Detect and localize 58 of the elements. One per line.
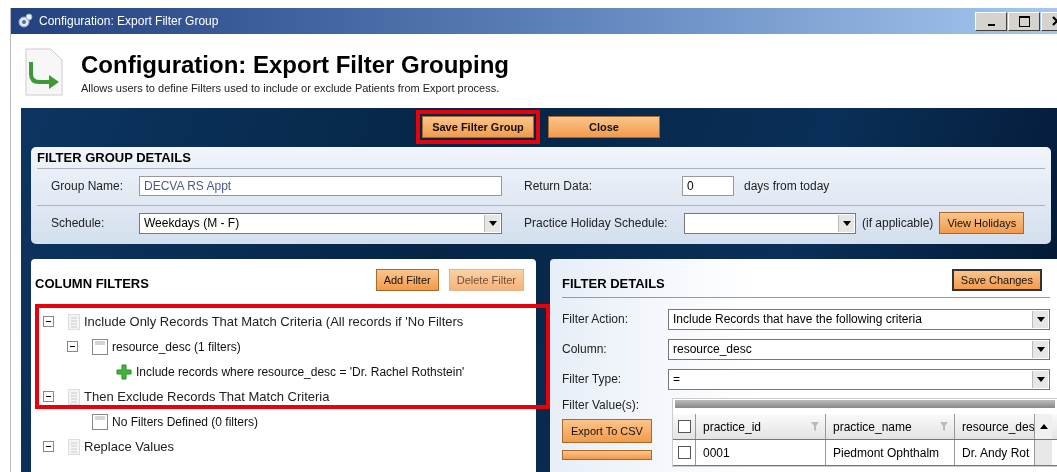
- table-cell: 0001: [696, 440, 826, 465]
- field-label: Filter Action:: [562, 312, 630, 326]
- maximize-button[interactable]: [1008, 11, 1040, 31]
- field-label: Practice Holiday Schedule:: [524, 216, 669, 230]
- window-title: Configuration: Export Filter Group: [39, 14, 220, 28]
- field-label: Filter Type:: [562, 372, 623, 386]
- field-label: Schedule:: [51, 216, 106, 230]
- dropdown[interactable]: resource_desc: [668, 338, 1050, 360]
- toolbar-button[interactable]: Save Filter Group: [422, 116, 534, 138]
- table-icon: [92, 338, 108, 355]
- scroll-up-icon[interactable]: [1035, 414, 1052, 439]
- gear-icon: [17, 13, 33, 29]
- collapse-icon[interactable]: [43, 441, 54, 452]
- holiday-schedule-dropdown[interactable]: [684, 212, 856, 234]
- dropdown[interactable]: =: [668, 368, 1050, 390]
- save-changes-button[interactable]: Save Changes: [951, 269, 1042, 291]
- checkbox[interactable]: [677, 420, 691, 433]
- scrollbar[interactable]: [675, 400, 1055, 408]
- tree-item[interactable]: Include records where resource_desc = 'Dr. Rachel Rothstein': [136, 364, 465, 379]
- export-document-icon: [25, 48, 63, 96]
- field-label: Column:: [562, 342, 608, 356]
- section-title: FILTER DETAILS: [562, 274, 665, 291]
- table-icon: [92, 413, 108, 430]
- table-cell: Piedmont Ophthalm: [826, 440, 955, 465]
- field-label: Group Name:: [51, 179, 125, 193]
- dropdown[interactable]: Include Records that have the following criteria: [668, 308, 1050, 330]
- page-subtitle: Allows users to define Filters used to include or exclude Patients from Export process.: [81, 81, 501, 94]
- tree-item[interactable]: No Filters Defined (0 filters): [112, 414, 259, 429]
- tree-item[interactable]: resource_desc (1 filters): [112, 339, 241, 354]
- collapse-icon[interactable]: [43, 316, 54, 327]
- plus-icon: [116, 363, 132, 380]
- button[interactable]: [562, 450, 652, 460]
- column-header[interactable]: practice_name: [826, 414, 955, 439]
- view-holidays-button[interactable]: View Holidays: [939, 212, 1025, 234]
- field-label: Return Data:: [524, 179, 594, 193]
- tree-section[interactable]: Replace Values: [84, 439, 175, 454]
- list-icon: [68, 438, 80, 455]
- section-title: COLUMN FILTERS: [35, 274, 149, 291]
- column-header[interactable]: practice_id: [696, 414, 826, 439]
- section-title: FILTER GROUP DETAILS: [37, 150, 1045, 169]
- minimize-button[interactable]: [975, 11, 1007, 31]
- list-icon: [68, 388, 80, 405]
- filter-button[interactable]: Add Filter: [375, 269, 439, 291]
- return-data-field[interactable]: 0: [682, 176, 734, 196]
- collapse-icon[interactable]: [67, 341, 78, 352]
- field-label: Filter Value(s):: [562, 398, 641, 412]
- toolbar-button[interactable]: Close: [548, 116, 660, 138]
- field-note: (if applicable): [862, 216, 934, 230]
- tree-section[interactable]: Include Only Records That Match Criteria (All records if 'No Filters: [84, 314, 464, 329]
- checkbox[interactable]: [677, 446, 691, 459]
- collapse-icon[interactable]: [43, 391, 54, 402]
- schedule-dropdown[interactable]: Weekdays (M - F): [139, 212, 502, 234]
- page-title: Configuration: Export Filter Grouping: [81, 50, 509, 79]
- group-name-field[interactable]: DECVA RS Appt: [139, 176, 502, 196]
- export-csv-button[interactable]: Export To CSV: [562, 419, 652, 443]
- tree-section[interactable]: Then Exclude Records That Match Criteria: [84, 389, 330, 404]
- list-icon: [68, 313, 80, 330]
- field-suffix: days from today: [744, 179, 830, 193]
